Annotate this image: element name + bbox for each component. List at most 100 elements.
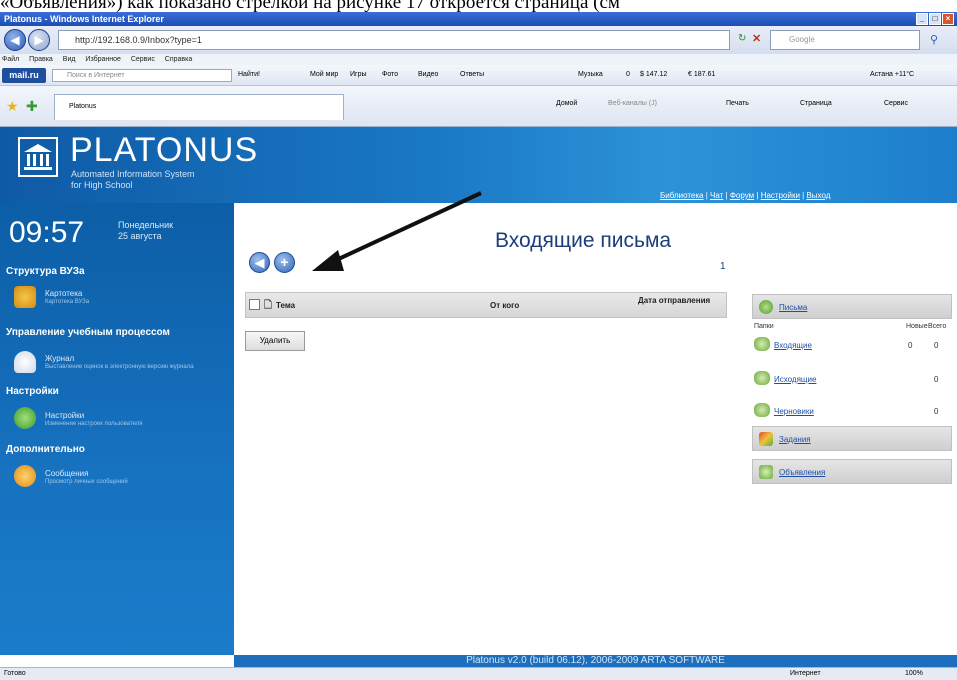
menu-help[interactable]: Справка	[165, 56, 192, 63]
sidebar-item-settings-desc: Изменение настроек пользователя	[45, 421, 143, 427]
menu-favorites[interactable]: Избранное	[85, 56, 120, 63]
tab-platonus[interactable]: Platonus	[54, 94, 344, 120]
outbox-link[interactable]: Исходящие	[774, 375, 816, 384]
sidebar: 09:57 Понедельник 25 августа Структура В…	[0, 203, 234, 655]
main-content: Входящие письма ◀ + 1 🗋 Тема От кого Дат…	[234, 203, 957, 655]
zoom-level[interactable]: 100%	[905, 668, 923, 680]
favorites-star-icon[interactable]: ★	[6, 98, 19, 115]
col-total: Всего	[928, 323, 947, 330]
university-logo-icon	[18, 137, 58, 177]
mail-link-myworld[interactable]: Мой мир	[310, 71, 338, 78]
sidebar-item-journal-desc: Выставление оценок в электронную версию …	[45, 364, 194, 370]
delete-button[interactable]: Удалить	[245, 331, 305, 351]
tools-menu-button[interactable]: Сервис	[884, 100, 908, 107]
web-search-input[interactable]: Google	[770, 30, 920, 50]
weekday: Понедельник	[118, 220, 174, 230]
menu-edit[interactable]: Правка	[29, 56, 53, 63]
logo-subtitle-line1: Automated Information System	[71, 169, 195, 179]
date: 25 августа	[118, 231, 162, 241]
home-button[interactable]: Домой	[556, 100, 577, 107]
page-menu-button[interactable]: Страница	[800, 100, 832, 107]
sidebar-item-journal[interactable]: Журнал	[45, 354, 74, 363]
link-logout[interactable]: Выход	[806, 191, 830, 200]
inbox-link[interactable]: Входящие	[774, 341, 812, 350]
announcements-icon	[759, 465, 773, 479]
letters-panel-header[interactable]: Письма	[752, 294, 952, 319]
mail-link-photo[interactable]: Фото	[382, 71, 398, 78]
forward-nav-button[interactable]: ▶	[28, 29, 50, 51]
folder-inbox[interactable]: Входящие 0 0	[754, 335, 954, 355]
link-settings[interactable]: Настройки	[761, 191, 800, 200]
search-icon[interactable]: ⚲	[930, 33, 938, 46]
feeds-button[interactable]: Веб-каналы (J)	[608, 100, 657, 107]
site-header: PLATONUS Automated Information System fo…	[0, 127, 957, 203]
column-date[interactable]: Дата отправления	[638, 296, 718, 305]
letters-label[interactable]: Письма	[779, 303, 807, 312]
mail-link-video[interactable]: Видео	[418, 71, 438, 78]
letters-icon	[759, 300, 773, 314]
sidebar-item-card-index[interactable]: Картотека	[45, 289, 82, 298]
sidebar-item-settings[interactable]: Настройки	[45, 411, 84, 420]
inbox-new-count: 0	[908, 341, 913, 350]
link-forum[interactable]: Форум	[730, 191, 754, 200]
section-settings: Настройки	[6, 386, 59, 397]
drafts-link[interactable]: Черновики	[774, 407, 814, 416]
back-arrow-icon[interactable]: ◀	[249, 252, 270, 273]
usd-rate: $ 147.12	[640, 71, 668, 78]
announcements-panel-header[interactable]: Объявления	[752, 459, 952, 484]
mail-toolbar: mail.ru Поиск в Интернет Найти! Мой мир …	[0, 65, 957, 86]
col-folders: Папки	[754, 323, 774, 330]
window-title: Platonus - Windows Internet Explorer	[4, 14, 164, 24]
mail-link-games[interactable]: Игры	[350, 71, 367, 78]
tasks-icon	[759, 432, 773, 446]
new-message-icon[interactable]: +	[274, 252, 295, 273]
sidebar-item-messages[interactable]: Сообщения	[45, 469, 88, 478]
menu-file[interactable]: Файл	[2, 56, 19, 63]
journal-icon	[14, 351, 36, 373]
mail-search-input[interactable]: Поиск в Интернет	[52, 69, 232, 82]
favorites-toolbar: ★ ✚ Platonus Домой Веб-каналы (J) Печать…	[0, 86, 957, 127]
tasks-panel-header[interactable]: Задания	[752, 426, 952, 451]
column-subject[interactable]: Тема	[276, 301, 295, 310]
section-university-structure: Структура ВУЗа	[6, 266, 85, 277]
page-number[interactable]: 1	[720, 261, 726, 272]
link-chat[interactable]: Чат	[710, 191, 723, 200]
mail-search-button[interactable]: Найти!	[238, 71, 260, 78]
address-toolbar: ◀ ▶ http://192.168.0.9/Inbox?type=1 ↻ ✕ …	[0, 26, 957, 54]
page-title: Входящие письма	[495, 229, 672, 252]
outbox-total-count: 0	[934, 375, 939, 384]
select-all-checkbox[interactable]	[249, 299, 260, 310]
address-input[interactable]: http://192.168.0.9/Inbox?type=1	[58, 30, 730, 50]
eur-rate: € 187.61	[688, 71, 716, 78]
refresh-icon[interactable]: ↻	[738, 33, 746, 44]
link-library[interactable]: Библиотека	[660, 191, 704, 200]
window-controls: _ □ ×	[916, 13, 954, 25]
mail-link-music[interactable]: Музыка	[578, 71, 603, 78]
folder-outbox[interactable]: Исходящие 0	[754, 369, 954, 389]
folder-drafts[interactable]: Черновики 0	[754, 401, 954, 421]
menu-tools[interactable]: Сервис	[131, 56, 155, 63]
mailru-logo[interactable]: mail.ru	[2, 68, 46, 83]
stop-icon[interactable]: ✕	[752, 32, 761, 45]
mail-counter: 0	[626, 71, 630, 78]
messages-icon	[14, 465, 36, 487]
inbox-icon	[754, 337, 770, 351]
minimize-button[interactable]: _	[916, 13, 928, 25]
print-button[interactable]: Печать	[726, 100, 749, 107]
menu-view[interactable]: Вид	[63, 56, 76, 63]
tasks-label[interactable]: Задания	[779, 435, 811, 444]
back-nav-button[interactable]: ◀	[4, 29, 26, 51]
sidebar-item-messages-desc: Просмотр личных сообщений	[45, 479, 128, 485]
document-icon: 🗋	[264, 300, 273, 311]
drafts-icon	[754, 403, 770, 417]
mail-link-answers[interactable]: Ответы	[460, 71, 484, 78]
maximize-button[interactable]: □	[929, 13, 941, 25]
drafts-total-count: 0	[934, 407, 939, 416]
column-from[interactable]: От кого	[490, 301, 519, 310]
section-learning-management: Управление учебным процессом	[6, 327, 170, 338]
close-button[interactable]: ×	[942, 13, 954, 25]
announcements-label[interactable]: Объявления	[779, 468, 825, 477]
weather-info[interactable]: Астана +11°C	[870, 71, 914, 78]
site-footer: Platonus v2.0 (build 06.12), 2006-2009 A…	[234, 655, 957, 667]
add-favorite-icon[interactable]: ✚	[26, 98, 38, 115]
